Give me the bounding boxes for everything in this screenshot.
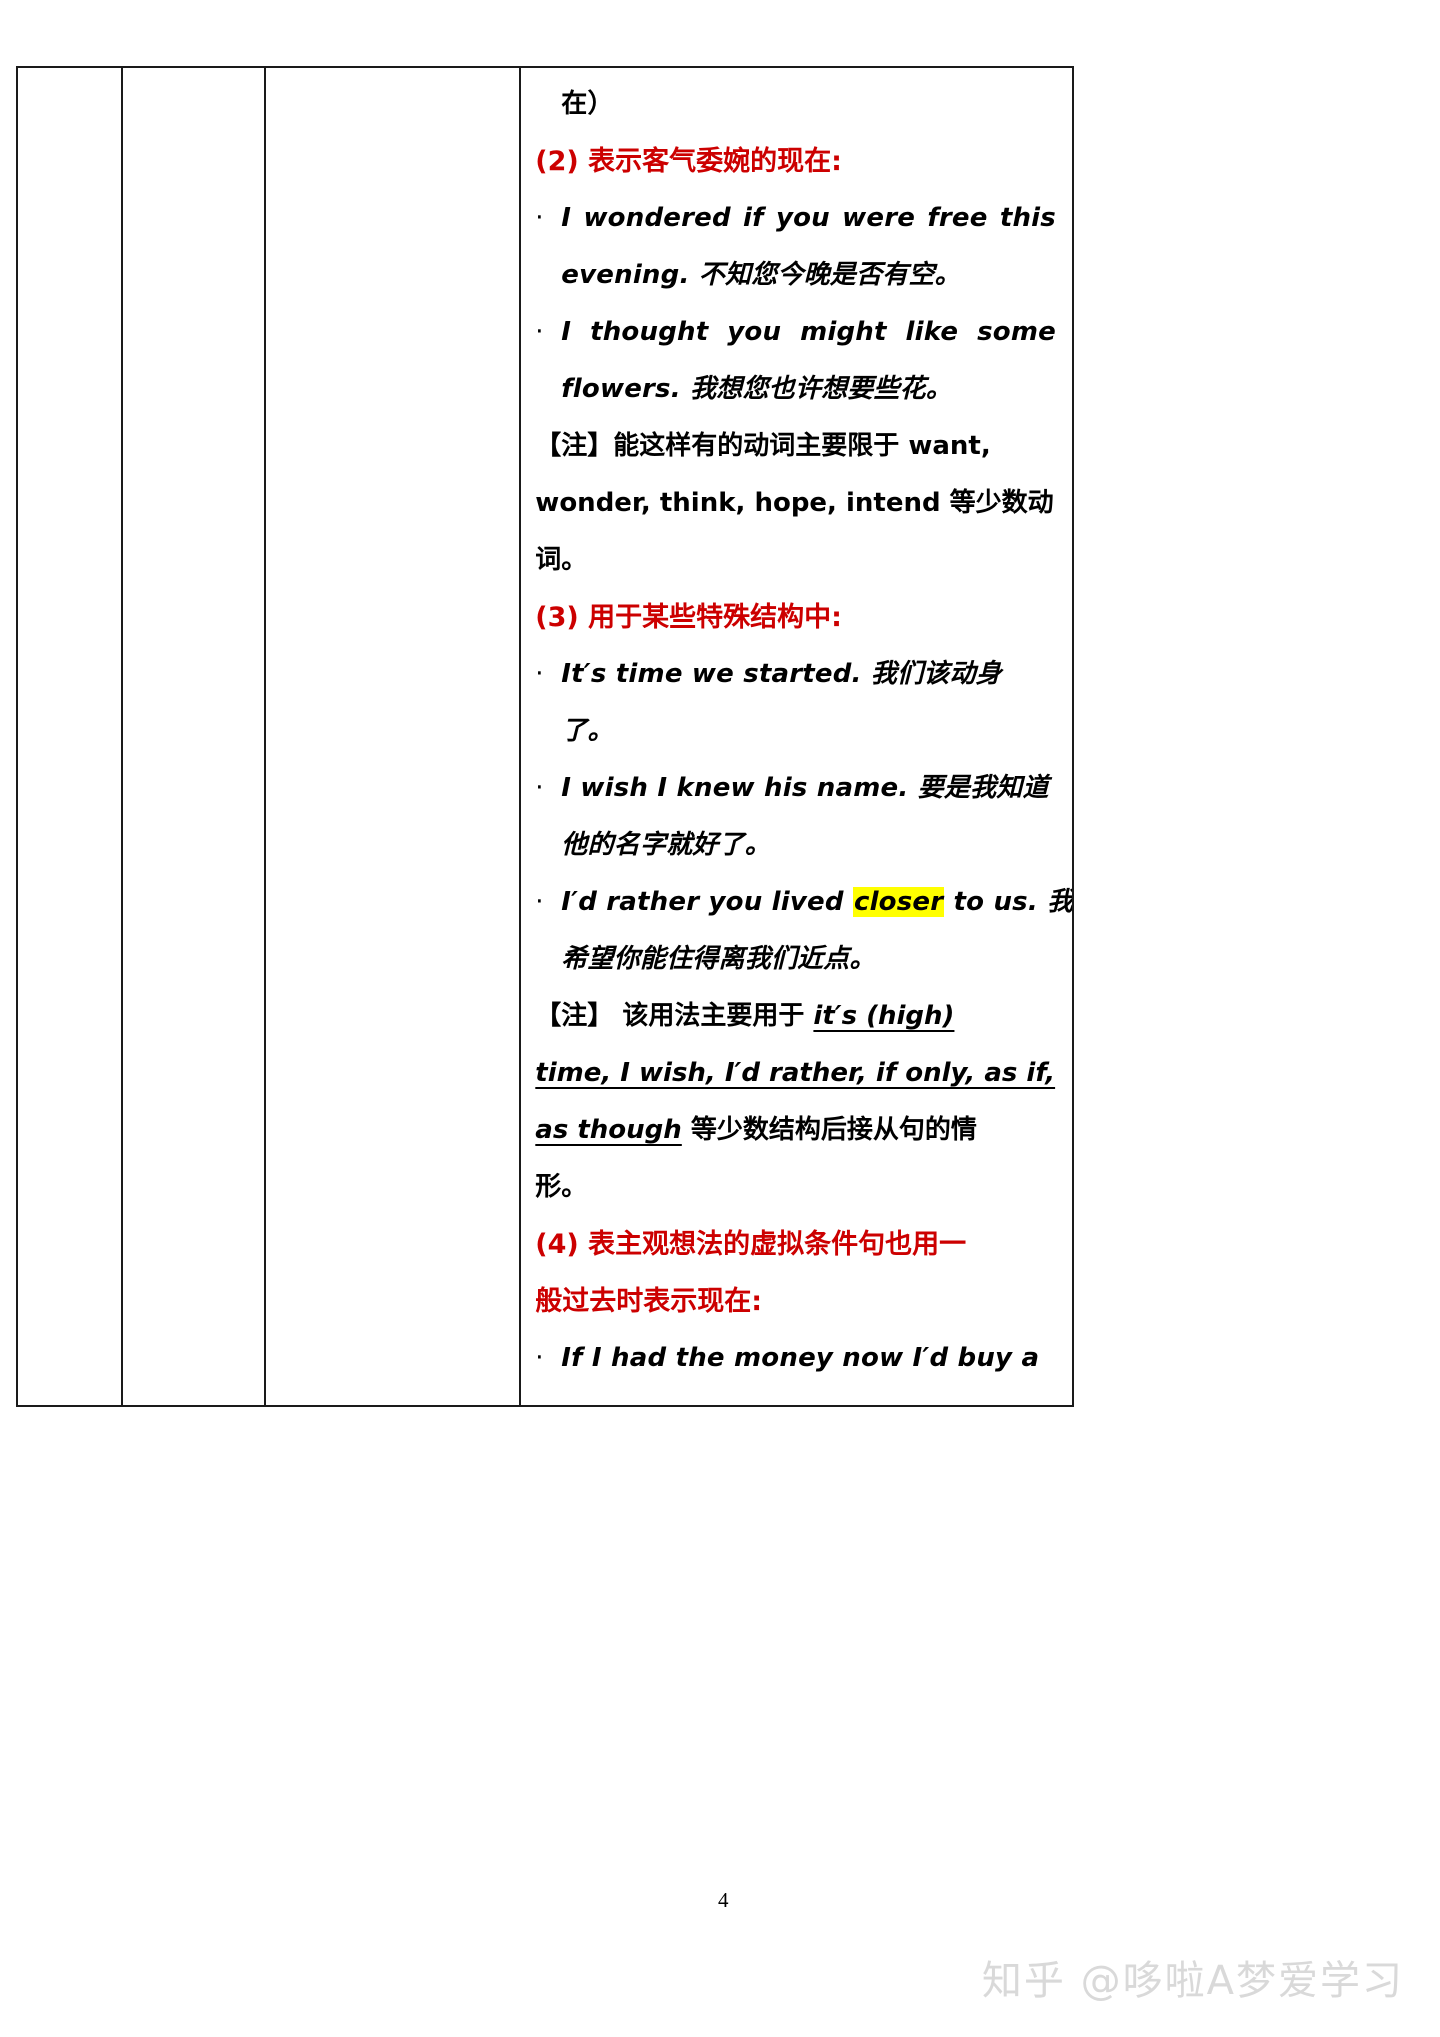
bullet-line: 希望你能住得离我们近点。	[561, 944, 876, 974]
grammar-table: 在） (2) 表示客气委婉的现在: · I wondered if you we…	[16, 66, 1074, 1407]
table-column-3	[266, 68, 522, 1405]
word: I	[561, 203, 572, 233]
word: thought	[590, 317, 709, 347]
section-3-note-line-3: as though 等少数结构后接从句的情	[535, 1102, 1056, 1159]
word: I	[561, 317, 572, 347]
word: might	[800, 317, 887, 347]
note-underlined-term: it′s (high)	[813, 1001, 955, 1031]
word: were	[842, 203, 916, 233]
list-item: · If I had the money now I′d buy a	[535, 1330, 1056, 1387]
section-3-note-line-1: 【注】 该用法主要用于 it′s (high)	[535, 988, 1056, 1045]
table-column-2	[123, 68, 267, 1405]
list-item: · I wondered if you were free this eveni…	[535, 190, 1056, 304]
bullet-text-post: to us. 我	[944, 887, 1072, 917]
bullet-line: I wish I knew his name. 要是我知道	[561, 773, 1049, 803]
list-item: · I′d rather you lived closer to us. 我 希…	[535, 874, 1072, 988]
bullet-line: I thought you might like some	[561, 304, 1056, 361]
note-prefix: 【注】 该用法主要用于	[535, 1001, 814, 1031]
continued-line: 在）	[561, 89, 614, 119]
list-item: · I thought you might like some flowers.…	[535, 304, 1056, 418]
section-3-note-line-2: time, I wish, I′d rather, if only, as if…	[535, 1045, 1056, 1102]
content-body: 在） (2) 表示客气委婉的现在: · I wondered if you we…	[521, 68, 1072, 1387]
document-page: 在） (2) 表示客气委婉的现在: · I wondered if you we…	[0, 0, 1440, 2037]
bullet-icon: ·	[535, 1343, 544, 1373]
note-rest: 等少数结构后接从句的情	[681, 1115, 977, 1145]
word: you	[727, 317, 782, 347]
list-item: · I wish I knew his name. 要是我知道 他的名字就好了。	[535, 760, 1056, 874]
table-column-1	[18, 68, 123, 1405]
bullet-icon: ·	[535, 659, 544, 689]
section-3-heading: (3) 用于某些特殊结构中:	[535, 602, 842, 633]
bullet-line: 他的名字就好了。	[561, 830, 771, 860]
bullet-icon: ·	[535, 203, 544, 233]
table-column-content: 在） (2) 表示客气委婉的现在: · I wondered if you we…	[521, 68, 1072, 1405]
bullet-icon: ·	[535, 773, 544, 803]
bullet-line: evening. 不知您今晚是否有空。	[561, 260, 961, 290]
bullet-line: If I had the money now I′d buy a	[561, 1343, 1040, 1373]
word: this	[999, 203, 1056, 233]
section-2-note-line-1: 【注】能这样有的动词主要限于 want,	[535, 431, 991, 461]
bullet-line: I′d rather you lived closer to us. 我	[561, 874, 1072, 931]
bullet-line: It′s time we started. 我们该动身	[561, 659, 1002, 689]
word: free	[927, 203, 988, 233]
word: you	[775, 203, 830, 233]
word: some	[977, 317, 1056, 347]
list-item: · It′s time we started. 我们该动身 了。	[535, 646, 1056, 760]
section-4-heading-line-2: 般过去时表示现在:	[535, 1286, 763, 1317]
bullet-icon: ·	[535, 887, 544, 917]
word: if	[743, 203, 764, 233]
section-2-note-line-2: wonder, think, hope, intend 等少数动	[535, 488, 1054, 518]
watermark: 知乎 @哆啦A梦爱学习	[981, 1958, 1404, 2004]
bullet-text-pre: I′d rather you lived	[561, 887, 853, 917]
highlighted-word: closer	[852, 887, 945, 917]
page-number: 4	[718, 1888, 729, 1912]
note-underlined-term: as though	[535, 1115, 682, 1145]
word: wondered	[583, 203, 731, 233]
section-2-heading: (2) 表示客气委婉的现在:	[535, 146, 842, 177]
section-3-note-line-4: 形。	[535, 1172, 588, 1202]
section-2-note-line-3: 词。	[535, 545, 588, 575]
bullet-line: 了。	[561, 716, 614, 746]
bullet-icon: ·	[535, 317, 544, 347]
note-underlined-term: time, I wish, I′d rather, if only, as if…	[535, 1058, 1056, 1088]
bullet-line: flowers. 我想您也许想要些花。	[561, 374, 953, 404]
section-4-heading-line-1: (4) 表主观想法的虚拟条件句也用一	[535, 1229, 967, 1260]
word: like	[905, 317, 959, 347]
bullet-line: I wondered if you were free this	[561, 190, 1056, 247]
